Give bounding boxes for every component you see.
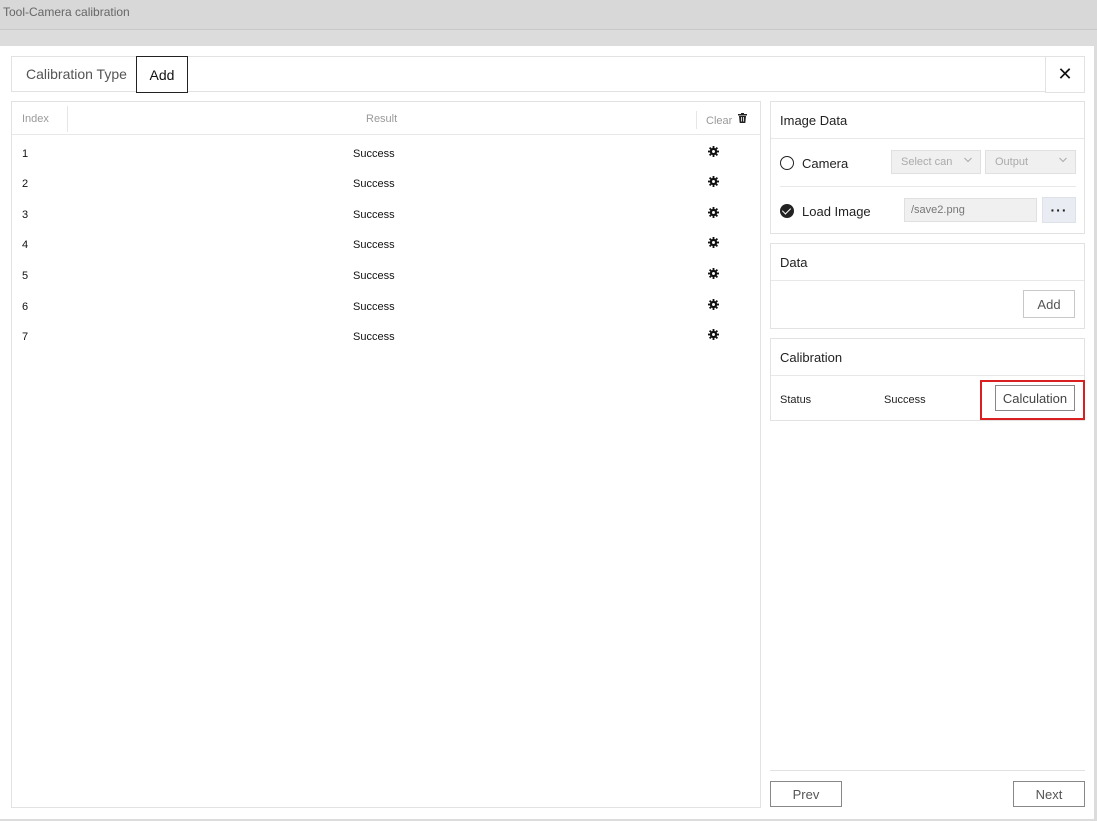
divider: [780, 186, 1076, 187]
table-row: 5 Success: [12, 260, 760, 290]
table-row: 1 Success: [12, 138, 760, 168]
load-image-label[interactable]: Load Image: [802, 204, 871, 219]
gear-icon[interactable]: [708, 237, 719, 248]
data-title: Data: [780, 255, 808, 270]
row-result: Success: [353, 239, 395, 251]
row-index: 2: [22, 178, 29, 190]
table-row: 7 Success: [12, 321, 760, 351]
chevron-down-icon: [964, 157, 972, 163]
calculation-button[interactable]: Calculation: [995, 385, 1075, 411]
window-title: Tool-Camera calibration: [3, 5, 130, 19]
calibration-title: Calibration: [780, 350, 843, 365]
gear-icon[interactable]: [708, 146, 719, 157]
table-row: 2 Success: [12, 168, 760, 198]
row-result: Success: [353, 301, 395, 313]
calibration-dialog: Calibration Type Add ✕ Index Result Clea…: [0, 46, 1094, 819]
load-image-radio[interactable]: [780, 204, 794, 218]
divider: [771, 375, 1084, 376]
table-row: 3 Success: [12, 199, 760, 229]
camera-label[interactable]: Camera: [802, 156, 848, 171]
camera-select-value: Select can: [901, 156, 953, 168]
image-data-panel: Image Data Camera Select can Output Load…: [770, 101, 1085, 234]
row-result: Success: [353, 270, 395, 282]
data-panel: Data Add: [770, 243, 1085, 329]
row-index: 7: [22, 331, 29, 343]
add-data-button[interactable]: Add: [1023, 290, 1075, 318]
row-result: Success: [353, 178, 395, 190]
calibration-panel: Calibration Status Success Calculation: [770, 338, 1085, 421]
gear-icon[interactable]: [708, 207, 719, 218]
gear-icon[interactable]: [708, 176, 719, 187]
row-result: Success: [353, 331, 395, 343]
output-select-value: Output: [995, 156, 1029, 168]
column-header-result: Result: [366, 113, 398, 125]
browse-button[interactable]: ···: [1042, 197, 1076, 223]
row-index: 3: [22, 209, 29, 221]
column-header-index: Index: [22, 113, 49, 125]
clear-all-button[interactable]: Clear: [706, 115, 732, 127]
prev-button[interactable]: Prev: [770, 781, 842, 807]
image-data-title: Image Data: [780, 113, 848, 128]
row-result: Success: [353, 148, 395, 160]
gear-icon[interactable]: [708, 268, 719, 279]
gear-icon[interactable]: [708, 329, 719, 340]
trash-icon[interactable]: [738, 113, 747, 123]
calibration-table: Index Result Clear 1 Success 2 Success 3 Succ…: [11, 101, 761, 808]
tab-bar: Calibration Type Add ✕: [11, 56, 1085, 93]
tab-add[interactable]: Add: [136, 56, 188, 93]
window-titlebar: Tool-Camera calibration: [0, 0, 1097, 30]
more-icon: ···: [1050, 202, 1068, 218]
divider: [771, 138, 1084, 139]
chevron-down-icon: [1059, 157, 1067, 163]
table-row: 6 Success: [12, 291, 760, 321]
footer-divider: [770, 770, 1085, 771]
row-index: 1: [22, 148, 29, 160]
camera-select: Select can: [891, 150, 981, 174]
table-row: 4 Success: [12, 229, 760, 259]
next-button[interactable]: Next: [1013, 781, 1085, 807]
row-result: Success: [353, 209, 395, 221]
row-index: 4: [22, 239, 29, 251]
close-button[interactable]: ✕: [1045, 56, 1085, 93]
row-index: 6: [22, 301, 29, 313]
status-label: Status: [780, 394, 812, 406]
close-icon: ✕: [1057, 64, 1073, 84]
column-divider: [67, 106, 68, 132]
divider: [771, 280, 1084, 281]
image-path-input[interactable]: /save2.png: [904, 198, 1037, 222]
camera-radio[interactable]: [780, 156, 794, 170]
tab-calibration-type[interactable]: Calibration Type: [26, 66, 127, 82]
status-value: Success: [884, 394, 926, 406]
output-select: Output: [985, 150, 1076, 174]
table-header: Index Result Clear: [12, 102, 760, 135]
gear-icon[interactable]: [708, 299, 719, 310]
row-index: 5: [22, 270, 29, 282]
column-divider: [696, 111, 697, 129]
